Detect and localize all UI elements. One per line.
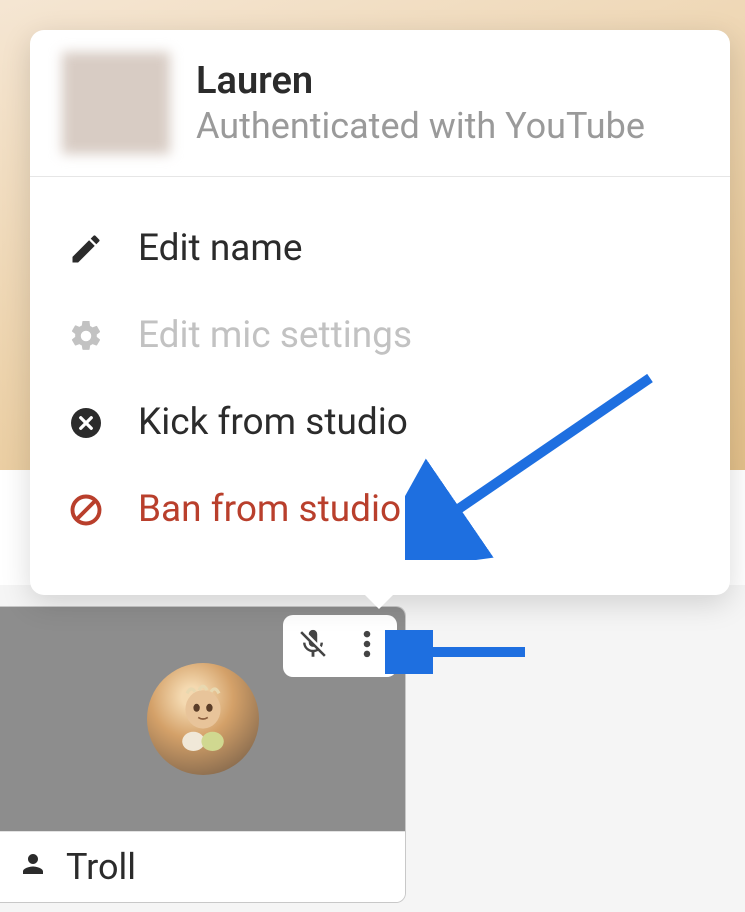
person-icon xyxy=(18,846,48,888)
participant-tile: Troll xyxy=(0,606,406,903)
user-avatar xyxy=(62,52,170,154)
user-auth-status: Authenticated with YouTube xyxy=(196,105,645,147)
kick-label: Kick from studio xyxy=(138,401,408,444)
mic-off-icon xyxy=(296,627,330,665)
ban-icon xyxy=(68,492,104,528)
user-meta: Lauren Authenticated with YouTube xyxy=(196,59,645,147)
vertical-dots-icon xyxy=(350,627,384,665)
participant-avatar xyxy=(147,663,259,775)
participant-name: Troll xyxy=(66,846,136,888)
annotation-arrow-more xyxy=(385,630,535,674)
popover-header: Lauren Authenticated with YouTube xyxy=(30,30,730,177)
gear-icon xyxy=(68,318,104,354)
remove-circle-icon xyxy=(68,405,104,441)
edit-name-item[interactable]: Edit name xyxy=(30,205,730,292)
edit-mic-item: Edit mic settings xyxy=(30,292,730,379)
participant-name-bar: Troll xyxy=(0,831,405,902)
user-name: Lauren xyxy=(196,59,645,103)
annotation-arrow-ban xyxy=(405,370,665,560)
edit-mic-label: Edit mic settings xyxy=(138,314,412,357)
ban-label: Ban from studio xyxy=(138,488,401,531)
more-options-button[interactable] xyxy=(347,625,387,667)
video-area xyxy=(0,607,405,831)
mute-button[interactable] xyxy=(293,625,333,667)
pencil-icon xyxy=(68,231,104,267)
participant-toolbar xyxy=(283,615,397,677)
edit-name-label: Edit name xyxy=(138,227,302,270)
